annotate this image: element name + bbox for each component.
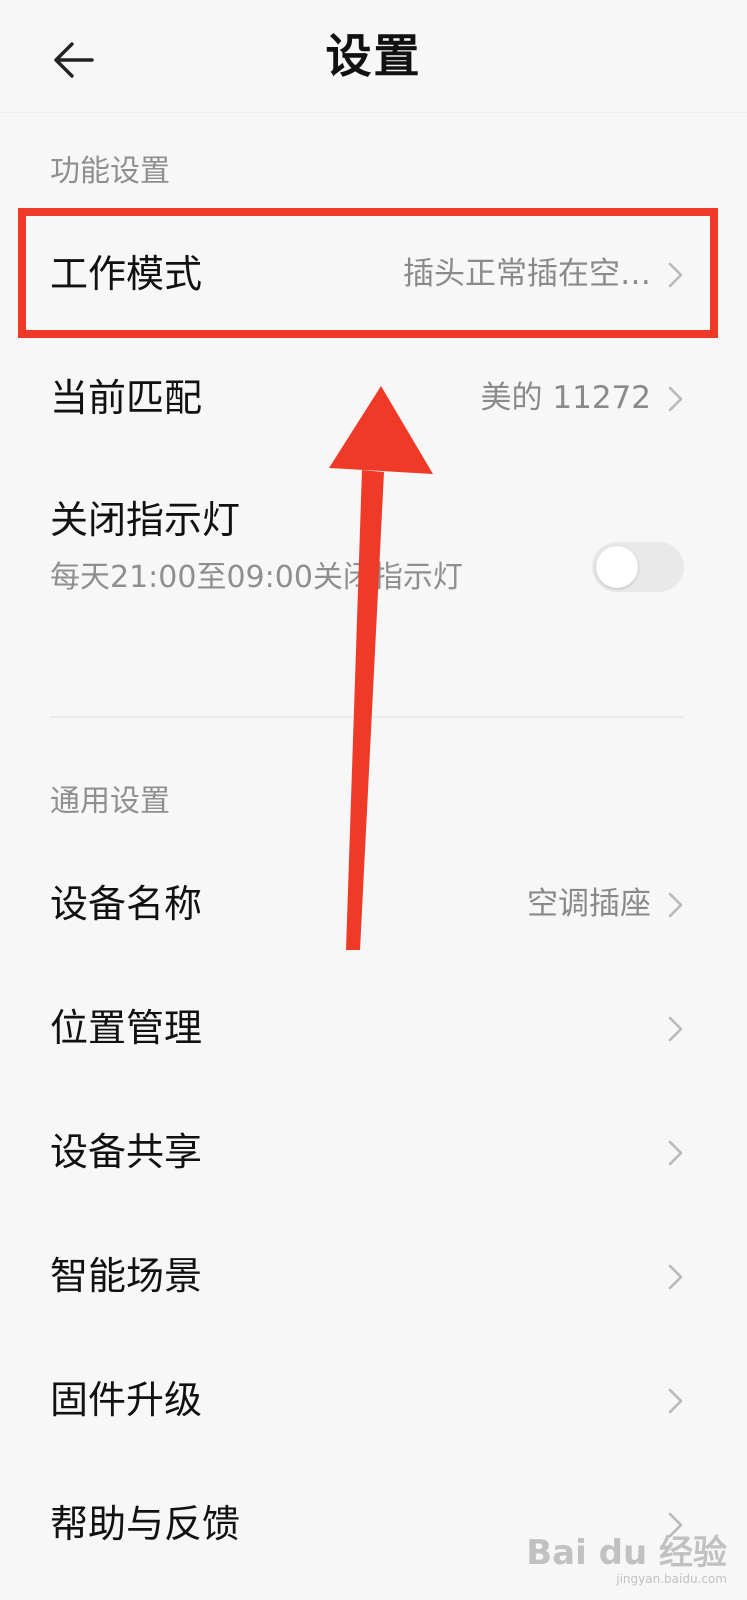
row-value: 美的 11272: [480, 380, 651, 416]
chevron-right-icon: [667, 1139, 685, 1167]
row-label: 固件升级: [50, 1378, 203, 1422]
row-label: 工作模式: [50, 252, 203, 296]
section-divider: [50, 716, 684, 718]
indicator-light-toggle[interactable]: [592, 542, 684, 592]
row-label: 当前匹配: [50, 376, 203, 420]
chevron-right-icon: [667, 891, 685, 919]
settings-row-location[interactable]: 位置管理: [0, 980, 747, 1076]
chevron-right-icon: [667, 385, 685, 413]
settings-row-indicator-light: 关闭指示灯 每天21:00至09:00关闭指示灯: [0, 488, 747, 658]
toggle-knob: [596, 546, 638, 588]
settings-row-firmware[interactable]: 固件升级: [0, 1352, 747, 1448]
page-title: 设置: [325, 29, 422, 83]
settings-row-smart-scene[interactable]: 智能场景: [0, 1228, 747, 1324]
row-label: 位置管理: [50, 1006, 203, 1050]
section-title-general: 通用设置: [50, 784, 170, 819]
chevron-right-icon: [667, 261, 685, 289]
row-label: 帮助与反馈: [50, 1502, 241, 1546]
toggle-description: 每天21:00至09:00关闭指示灯: [50, 560, 463, 595]
settings-row-current-match[interactable]: 当前匹配 美的 11272: [0, 350, 747, 446]
section-title-function: 功能设置: [50, 154, 170, 189]
row-label: 设备共享: [50, 1130, 203, 1174]
settings-row-help-feedback[interactable]: 帮助与反馈: [0, 1476, 747, 1572]
chevron-right-icon: [667, 1015, 685, 1043]
row-value: 空调插座: [527, 886, 651, 922]
top-bar: 设置: [0, 0, 747, 113]
row-value: 插头正常插在空…: [403, 256, 651, 292]
toggle-title: 关闭指示灯: [50, 498, 241, 542]
chevron-right-icon: [667, 1263, 685, 1291]
row-label: 智能场景: [50, 1254, 203, 1298]
row-label: 设备名称: [50, 882, 203, 926]
watermark-url: jingyan.baidu.com: [616, 1572, 727, 1586]
chevron-right-icon: [667, 1387, 685, 1415]
settings-row-device-share[interactable]: 设备共享: [0, 1104, 747, 1200]
settings-row-device-name[interactable]: 设备名称 空调插座: [0, 856, 747, 952]
chevron-right-icon: [667, 1511, 685, 1539]
settings-row-work-mode[interactable]: 工作模式 插头正常插在空…: [0, 226, 747, 322]
